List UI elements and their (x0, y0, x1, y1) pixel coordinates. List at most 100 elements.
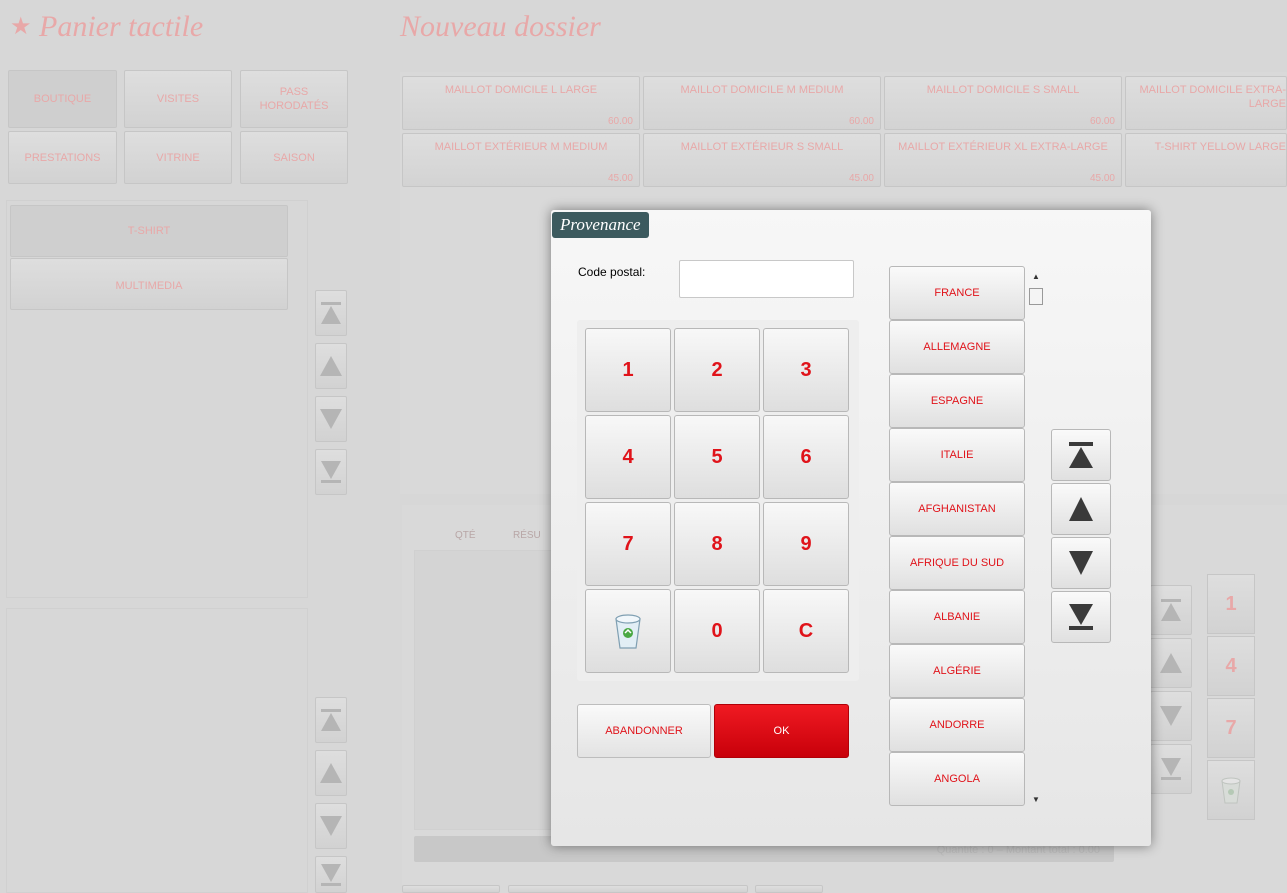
country-item-espagne[interactable]: ESPAGNE (889, 374, 1025, 428)
product-name: MAILLOT DOMICILE S SMALL (926, 84, 1080, 96)
product-tile[interactable]: MAILLOT DOMICILE EXTRA-LARGE (1125, 76, 1287, 130)
recycle-bin-icon (615, 614, 641, 649)
product-name: MAILLOT EXTÉRIEUR M MEDIUM (434, 141, 608, 153)
category-boutique[interactable]: BOUTIQUE (8, 70, 117, 128)
ok-button[interactable]: OK (714, 704, 849, 758)
product-tile[interactable]: MAILLOT DOMICILE S SMALL 60.00 (884, 76, 1122, 130)
bg-key-1[interactable]: 1 (1207, 574, 1255, 634)
country-item-france[interactable]: FRANCE (889, 266, 1025, 320)
key-clear[interactable]: C (763, 589, 849, 673)
product-name: MAILLOT DOMICILE EXTRA-LARGE (1139, 84, 1287, 110)
key-7[interactable]: 7 (585, 502, 671, 586)
left-last-button[interactable] (315, 449, 347, 495)
category-prestations[interactable]: PRESTATIONS (8, 131, 117, 184)
country-item-afrique-du-sud[interactable]: AFRIQUE DU SUD (889, 536, 1025, 590)
subcategory-multimedia[interactable]: MULTIMEDIA (10, 258, 288, 310)
left-down-button[interactable] (315, 396, 347, 442)
arrow-first-icon (321, 709, 341, 731)
bg-down-button[interactable] (1150, 691, 1192, 741)
product-tile[interactable]: MAILLOT EXTÉRIEUR XL EXTRA-LARGE 45.00 (884, 133, 1122, 187)
product-price: 60.00 (848, 116, 874, 127)
left2-last-button[interactable] (315, 856, 347, 893)
left2-down-button[interactable] (315, 803, 347, 849)
key-0[interactable]: 0 (674, 589, 760, 673)
key-1[interactable]: 1 (585, 328, 671, 412)
bg-key-7[interactable]: 7 (1207, 698, 1255, 758)
country-item-angola[interactable]: ANGOLA (889, 752, 1025, 806)
scrollbar-thumb[interactable] (1029, 288, 1043, 305)
category-pass-horodates[interactable]: PASS HORODATÉS (240, 70, 348, 128)
product-tile[interactable]: MAILLOT EXTÉRIEUR S SMALL 45.00 (643, 133, 881, 187)
recycle-bin-icon (1221, 777, 1241, 804)
bg-trash-key[interactable] (1207, 760, 1255, 820)
product-name: MAILLOT EXTÉRIEUR S SMALL (680, 141, 844, 153)
clear-field-key[interactable] (585, 589, 671, 673)
arrow-up-icon (320, 763, 342, 783)
bg-first-button[interactable] (1150, 585, 1192, 635)
product-price: 60.00 (1089, 116, 1115, 127)
cancel-button[interactable]: ABANDONNER (577, 704, 711, 758)
category-saison[interactable]: SAISON (240, 131, 348, 184)
arrow-down-icon (1069, 551, 1093, 575)
arrow-last-icon (1161, 758, 1181, 780)
arrow-last-icon (1069, 604, 1093, 630)
postal-code-input[interactable] (679, 260, 854, 298)
product-price: 45.00 (607, 173, 633, 184)
arrow-up-icon (1069, 497, 1093, 521)
country-item-afghanistan[interactable]: AFGHANISTAN (889, 482, 1025, 536)
bg-up-button[interactable] (1150, 638, 1192, 688)
category-visites[interactable]: VISITES (124, 70, 232, 128)
key-5[interactable]: 5 (674, 415, 760, 499)
country-item-algerie[interactable]: ALGÉRIE (889, 644, 1025, 698)
key-6[interactable]: 6 (763, 415, 849, 499)
category-vitrine[interactable]: VITRINE (124, 131, 232, 184)
list-down-button[interactable] (1051, 537, 1111, 589)
product-tile[interactable]: T-SHIRT YELLOW LARGE (1125, 133, 1287, 187)
product-tile[interactable]: MAILLOT DOMICILE L LARGE 60.00 (402, 76, 640, 130)
country-item-albanie[interactable]: ALBANIE (889, 590, 1025, 644)
country-item-italie[interactable]: ITALIE (889, 428, 1025, 482)
key-4[interactable]: 4 (585, 415, 671, 499)
bg-last-button[interactable] (1150, 744, 1192, 794)
footer-button[interactable] (755, 885, 823, 893)
left2-up-button[interactable] (315, 750, 347, 796)
key-8[interactable]: 8 (674, 502, 760, 586)
product-name: MAILLOT EXTÉRIEUR XL EXTRA-LARGE (898, 141, 1108, 153)
list-first-button[interactable] (1051, 429, 1111, 481)
numeric-keypad: 1 2 3 4 5 6 7 8 9 0 C (577, 320, 859, 681)
scroll-up-arrow-icon[interactable]: ▲ (1032, 272, 1040, 281)
left2-first-button[interactable] (315, 697, 347, 743)
arrow-first-icon (1161, 599, 1181, 621)
product-name: MAILLOT DOMICILE L LARGE (444, 84, 598, 96)
left-up-button[interactable] (315, 343, 347, 389)
arrow-up-icon (1160, 653, 1182, 673)
left-first-button[interactable] (315, 290, 347, 336)
dossier-title: Nouveau dossier (400, 10, 601, 43)
list-up-button[interactable] (1051, 483, 1111, 535)
country-item-andorre[interactable]: ANDORRE (889, 698, 1025, 752)
cart-col-summary: RÉSU (513, 530, 541, 541)
list-last-button[interactable] (1051, 591, 1111, 643)
provenance-dialog: Provenance Code postal: 1 2 3 4 5 6 7 8 … (551, 210, 1151, 846)
arrow-last-icon (321, 863, 341, 886)
arrow-down-icon (1160, 706, 1182, 726)
bg-key-4[interactable]: 4 (1207, 636, 1255, 696)
cart-col-qty: QTÉ (455, 530, 476, 541)
product-tile[interactable]: MAILLOT DOMICILE M MEDIUM 60.00 (643, 76, 881, 130)
key-2[interactable]: 2 (674, 328, 760, 412)
key-3[interactable]: 3 (763, 328, 849, 412)
subcategory-tshirt[interactable]: T-SHIRT (10, 205, 288, 257)
product-tile[interactable]: MAILLOT EXTÉRIEUR M MEDIUM 45.00 (402, 133, 640, 187)
secondary-list (6, 608, 308, 893)
app-title-text: Panier tactile (39, 10, 204, 43)
country-scrollbar[interactable]: ▲ ▼ (1025, 268, 1047, 804)
key-9[interactable]: 9 (763, 502, 849, 586)
country-item-allemagne[interactable]: ALLEMAGNE (889, 320, 1025, 374)
footer-button[interactable] (508, 885, 748, 893)
footer-button[interactable] (402, 885, 500, 893)
app-title: ★ Panier tactile (10, 10, 203, 44)
arrow-down-icon (320, 409, 342, 429)
product-price: 45.00 (848, 173, 874, 184)
postal-code-label: Code postal: (578, 265, 646, 279)
scroll-down-arrow-icon[interactable]: ▼ (1032, 795, 1040, 804)
